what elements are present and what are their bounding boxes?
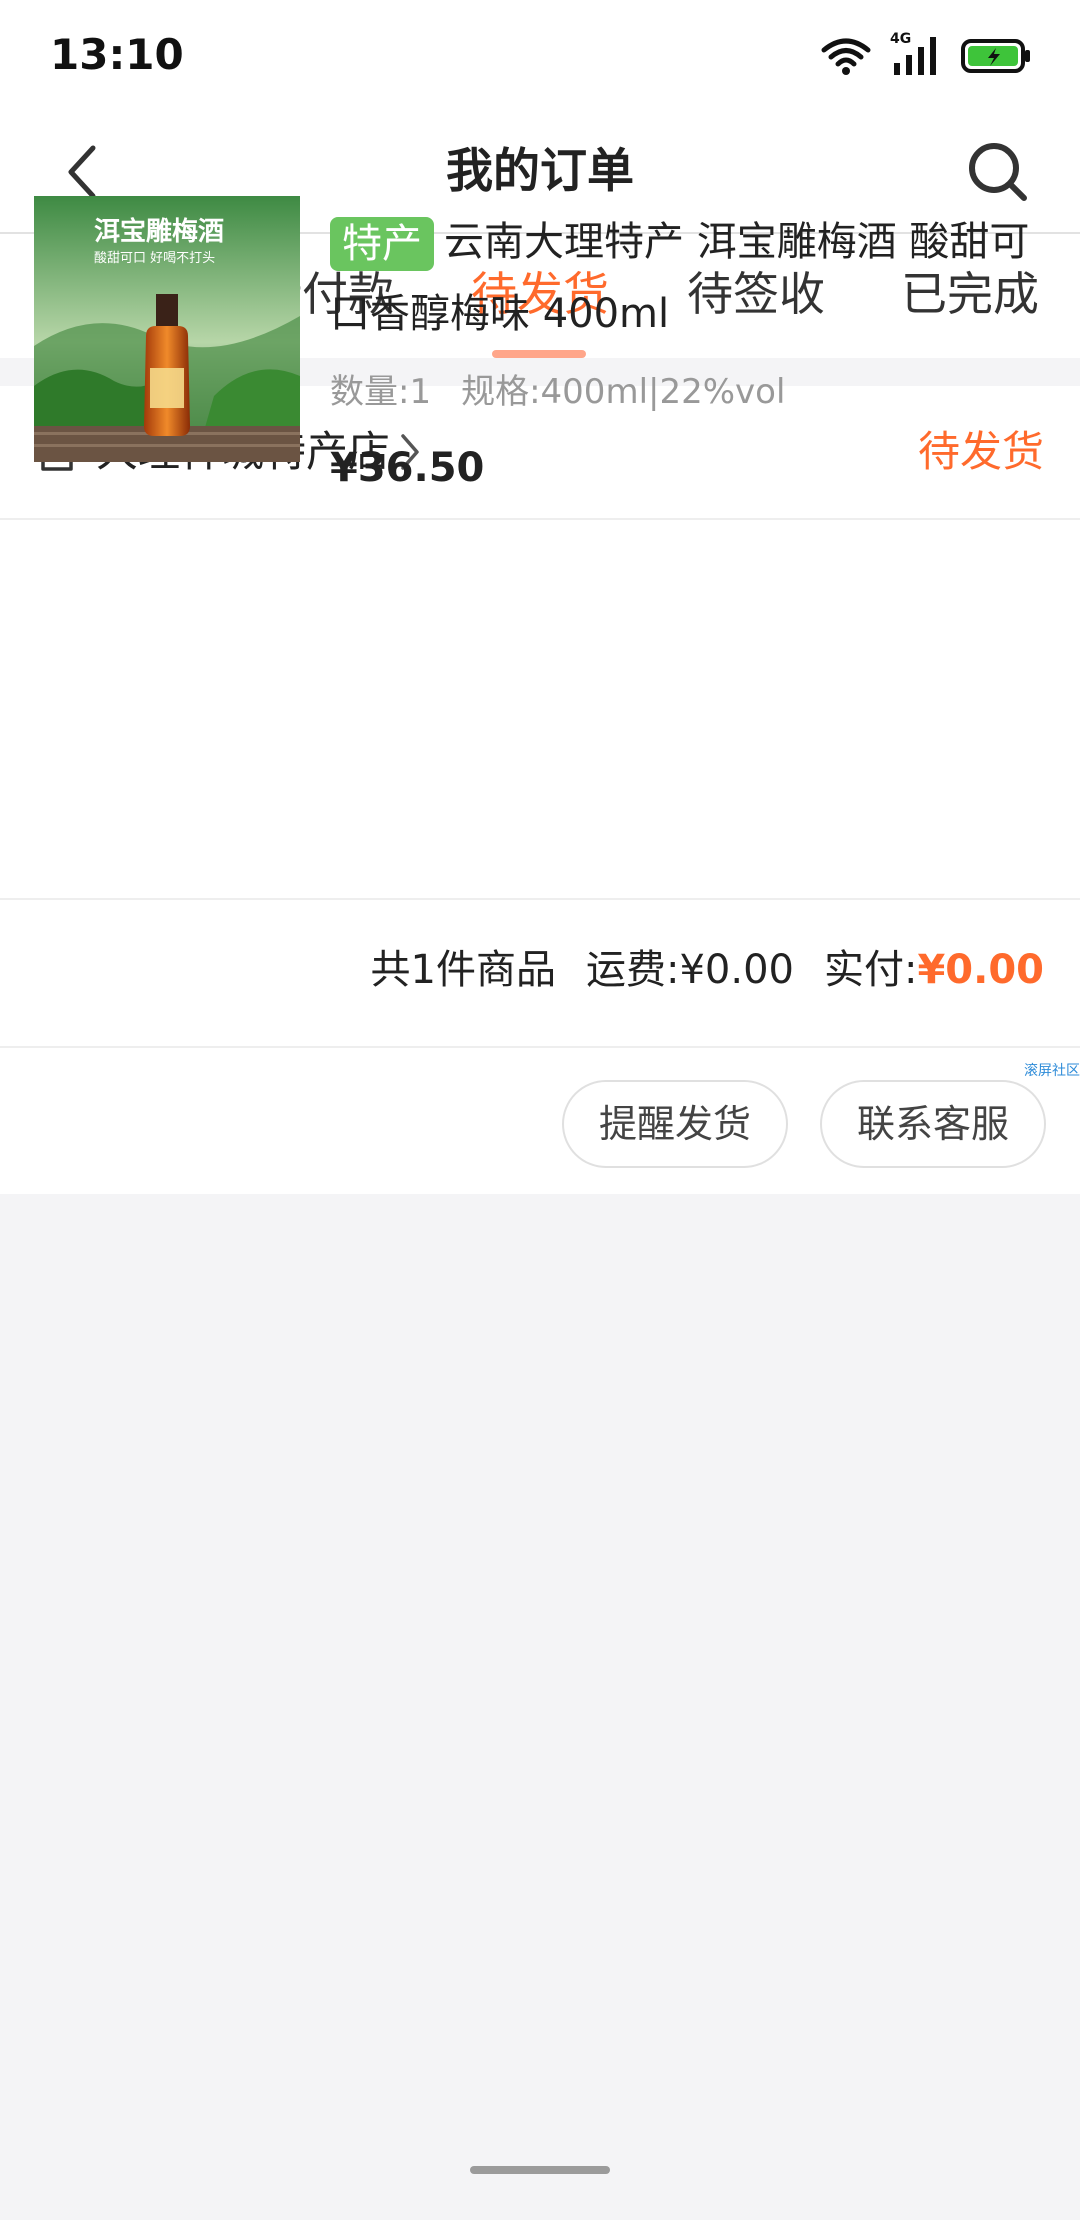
image-subtitle-text: 酸甜可口 好喝不打头	[94, 250, 215, 266]
paid-value: ¥0.00	[917, 947, 1044, 993]
remind-shipment-button[interactable]: 提醒发货	[562, 1080, 788, 1168]
product-title-block: 特产 云南大理特产 洱宝雕梅酒 酸甜可口香醇梅味 400ml	[330, 206, 1050, 350]
product-quantity: 数量:1	[330, 372, 432, 412]
search-button[interactable]	[956, 130, 1040, 214]
product-specification: 规格:400ml|22%vol	[461, 372, 786, 412]
contact-service-button[interactable]: 联系客服	[820, 1080, 1046, 1168]
paid-label: 实付:	[823, 947, 918, 993]
specialty-tag: 特产	[330, 217, 434, 271]
product-spec: 数量:1 规格:400ml|22%vol	[330, 364, 1050, 413]
paid-amount: 实付:¥0.00	[824, 947, 1044, 993]
product-info: 特产 云南大理特产 洱宝雕梅酒 酸甜可口香醇梅味 400ml 数量:1 规格:400…	[330, 206, 1050, 491]
cellular-signal-icon: 4G	[890, 31, 942, 77]
product-price: ¥36.50	[330, 445, 485, 491]
image-title-text: 洱宝雕梅酒	[94, 216, 224, 247]
watermark: 滚屏社区	[1024, 1063, 1080, 1079]
item-count: 共1件商品	[370, 947, 556, 993]
status-bar: 13:10 4G	[0, 0, 1080, 112]
product-row[interactable]	[0, 520, 1080, 900]
order-summary: 共1件商品 运费:¥0.00 实付:¥0.00	[371, 940, 1044, 1000]
shipping-fee: 运费:¥0.00	[585, 947, 794, 993]
status-time: 13:10	[50, 30, 184, 79]
order-card: 大理祥城特产店 待发货 共1件商品运费:¥0.00实付:¥0.00 提醒发货 联…	[0, 386, 1080, 1194]
wifi-icon	[821, 38, 871, 75]
home-indicator[interactable]	[470, 2166, 610, 2174]
product-image[interactable]: 洱宝雕梅酒 酸甜可口 好喝不打头	[34, 196, 300, 462]
status-icons: 4G	[820, 30, 1032, 82]
order-summary-row: 共1件商品 运费:¥0.00 实付:¥0.00	[0, 900, 1080, 1048]
product-title: 云南大理特产 洱宝雕梅酒 酸甜可口香醇梅味 400ml	[330, 219, 1030, 337]
battery-icon	[961, 39, 1030, 73]
search-icon	[969, 143, 1027, 201]
order-actions-row: 提醒发货 联系客服 滚屏社区	[0, 1048, 1080, 1194]
